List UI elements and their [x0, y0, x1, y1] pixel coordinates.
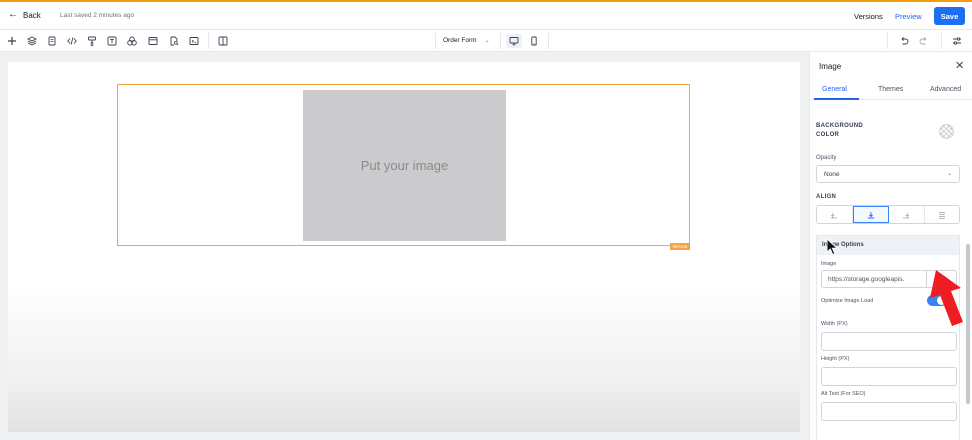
toolbar-divider: [941, 33, 942, 49]
tab-general[interactable]: General: [822, 86, 847, 93]
background-color-label: BACKGROUND COLOR: [816, 123, 863, 138]
height-input[interactable]: [821, 367, 957, 386]
arrow-left-icon: ←: [8, 9, 18, 20]
opacity-value: None: [824, 171, 840, 178]
toolbar-divider: [435, 33, 436, 49]
panel-scrollbar[interactable]: [966, 244, 970, 404]
align-center-icon: [867, 211, 874, 218]
opacity-label: Opacity: [816, 155, 837, 161]
form-selector[interactable]: Order Form ⌄: [443, 37, 490, 44]
pages-icon[interactable]: [45, 34, 59, 48]
paint-roller-icon[interactable]: [85, 34, 99, 48]
mobile-view-icon[interactable]: [526, 34, 542, 48]
toolbar-divider: [887, 33, 888, 49]
background-color-picker[interactable]: [939, 124, 954, 139]
preview-button[interactable]: Preview: [895, 12, 922, 21]
active-tab-indicator: [814, 98, 859, 100]
form-selector-label: Order Form: [443, 37, 477, 44]
opacity-select[interactable]: None ⌄: [816, 165, 960, 183]
annotation-arrow-icon: [930, 270, 963, 326]
back-label: Back: [23, 10, 41, 20]
width-label: Width (PX): [821, 321, 848, 327]
save-button[interactable]: Save: [934, 7, 965, 25]
image-placeholder[interactable]: Put your image: [303, 90, 506, 241]
top-bar: ← Back Last saved 2 minutes ago Versions…: [0, 0, 972, 30]
width-input[interactable]: [821, 332, 957, 351]
optimize-image-label: Optimize Image Load: [821, 298, 874, 304]
plus-icon[interactable]: [5, 34, 19, 48]
tab-themes[interactable]: Themes: [878, 86, 903, 93]
builder-toolbar: Order Form ⌄: [0, 30, 972, 52]
file-search-icon[interactable]: [167, 34, 181, 48]
align-button-group: [816, 205, 960, 224]
tab-advanced[interactable]: Advanced: [930, 86, 961, 93]
image-placeholder-text: Put your image: [360, 158, 449, 173]
close-icon[interactable]: ✕: [955, 59, 964, 72]
save-status: Last saved 2 minutes ago: [60, 12, 135, 19]
alt-text-input[interactable]: [821, 402, 957, 421]
element-type-tag: IMAGE: [670, 243, 690, 250]
image-options-header[interactable]: Image Options: [817, 236, 959, 255]
align-right-icon: [903, 212, 910, 218]
browser-window-icon[interactable]: [146, 34, 160, 48]
page-canvas[interactable]: Put your image IMAGE: [8, 62, 800, 432]
height-label: Height (PX): [821, 356, 850, 362]
align-left-icon: [831, 212, 838, 218]
settings-sliders-icon[interactable]: [950, 34, 964, 48]
align-justify-icon: [938, 211, 945, 219]
toolbar-divider: [500, 33, 501, 49]
image-url-label: Image: [821, 261, 837, 267]
code-icon[interactable]: [65, 34, 79, 48]
desktop-view-icon[interactable]: [506, 34, 522, 48]
redo-icon[interactable]: [917, 34, 931, 48]
align-right-button[interactable]: [889, 206, 925, 223]
image-options-section: Image Options Image https://storage.goog…: [816, 235, 960, 440]
layers-icon[interactable]: [25, 34, 39, 48]
canvas-area: Put your image IMAGE: [0, 52, 809, 440]
shapes-icon[interactable]: [125, 34, 139, 48]
align-label: ALIGN: [816, 194, 837, 200]
selected-image-element[interactable]: Put your image IMAGE: [117, 84, 690, 250]
chevron-down-icon: ⌄: [484, 38, 490, 44]
panel-tabs: General Themes Advanced: [810, 82, 972, 100]
align-justify-button[interactable]: [925, 206, 960, 223]
undo-icon[interactable]: [897, 34, 911, 48]
alt-text-label: Alt Text (For SEO): [821, 391, 866, 397]
columns-icon[interactable]: [216, 34, 230, 48]
toolbar-divider: [208, 33, 209, 49]
image-url-value: https://storage.googleapis.: [828, 276, 905, 283]
chevron-down-icon: ⌄: [946, 171, 952, 177]
toolbar-divider: [548, 33, 549, 49]
terminal-icon[interactable]: [187, 34, 201, 48]
versions-button[interactable]: Versions: [854, 12, 883, 21]
mouse-cursor-icon: [826, 238, 838, 256]
align-left-button[interactable]: [817, 206, 853, 223]
back-button[interactable]: ← Back: [8, 10, 41, 20]
align-center-button[interactable]: [852, 206, 889, 223]
panel-title: Image: [819, 62, 842, 71]
text-icon[interactable]: [105, 34, 119, 48]
